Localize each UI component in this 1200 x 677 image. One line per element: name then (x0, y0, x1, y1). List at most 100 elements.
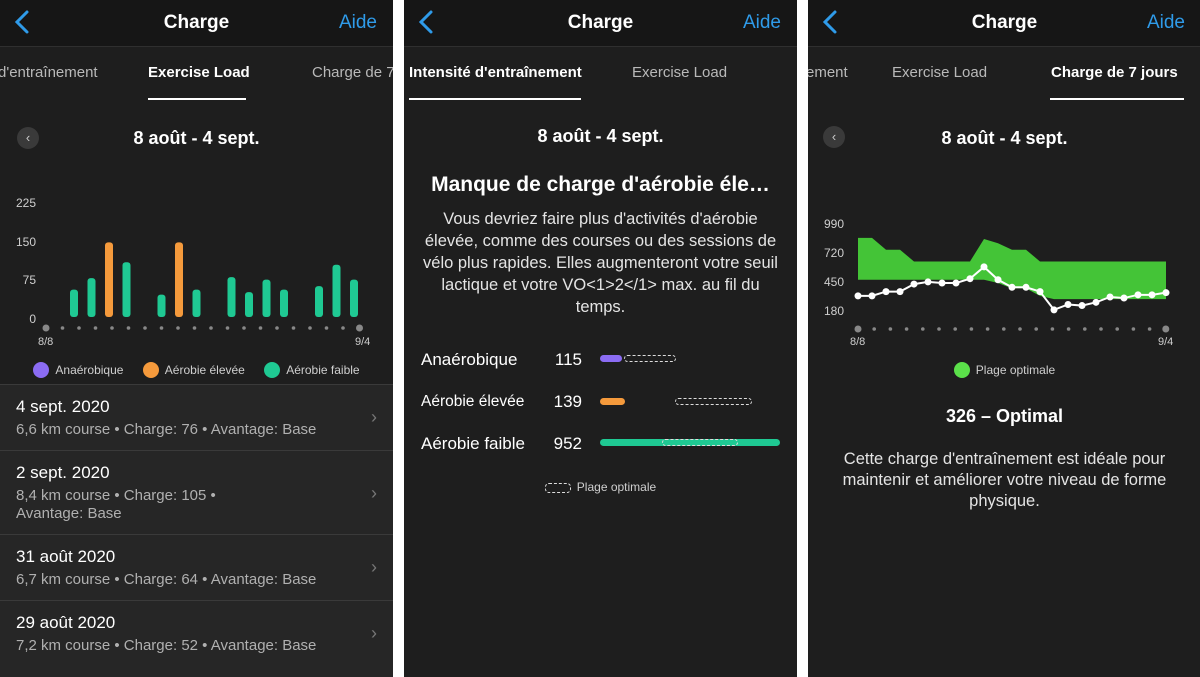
bar-segment (70, 289, 78, 317)
tab-seven-day-load[interactable]: Charge de 7 jours (1051, 64, 1178, 81)
date-range: 8 août - 4 sept. (941, 128, 1068, 148)
bar-segment (122, 262, 131, 317)
activity-date: 2 sept. 2020 (16, 463, 110, 482)
tab-bar: d'entraînement Exercise Load Charge de 7 (0, 47, 393, 100)
tab-seven-day-load[interactable]: Charge de 7 (312, 64, 393, 81)
load-point (938, 279, 946, 287)
x-axis-tick-dot (143, 326, 147, 330)
activity-list-item[interactable]: 4 sept. 2020 6,6 km course • Charge: 76 … (0, 384, 393, 451)
bar-segment (227, 277, 236, 317)
x-axis-tick-dot (1034, 327, 1038, 331)
x-axis-tick-dot (1066, 327, 1071, 331)
load-point (1078, 302, 1086, 310)
chevron-right-icon: › (371, 483, 377, 503)
tab-training-intensity[interactable]: Intensité d'entraînement (409, 64, 582, 81)
page-title: Charge (163, 12, 230, 33)
intensity-value: 115 (554, 350, 582, 369)
x-axis-tick-dot (258, 326, 263, 330)
load-point (910, 280, 918, 288)
x-axis-tick-dot (921, 327, 925, 331)
load-point (1036, 288, 1044, 296)
x-axis-tick-dot (1083, 327, 1087, 331)
x-axis-tick-dot (1162, 325, 1170, 333)
load-point (1106, 293, 1114, 301)
activity-details: 8,4 km course • Charge: 105 • (16, 487, 216, 504)
load-point (1022, 283, 1030, 291)
optimal-range-marker (662, 439, 738, 446)
header: Charge Aide (808, 0, 1200, 47)
anaerobic-bar (600, 355, 622, 362)
tab-exercise-load[interactable]: Exercise Load (892, 64, 987, 81)
tab-training-intensity[interactable]: d'entraînement (0, 64, 98, 81)
help-link[interactable]: Aide (339, 12, 377, 34)
load-point (1064, 300, 1072, 308)
x-axis-tick-dot (1147, 327, 1152, 331)
activity-details: 7,2 km course • Charge: 52 • Avantage: B… (16, 637, 317, 654)
bar-segment (192, 289, 201, 317)
load-point (868, 292, 876, 300)
active-tab-underline (409, 98, 581, 100)
activity-list-item[interactable]: 2 sept. 2020 8,4 km course • Charge: 105… (0, 450, 393, 535)
high-aerobic-bar (600, 398, 626, 405)
load-point (980, 263, 988, 271)
legend-label: Plage optimale (975, 363, 1056, 377)
load-point (1008, 283, 1016, 291)
legend-low-aerobic: Aérobie faible (264, 362, 360, 378)
legend-dot-icon (953, 362, 970, 378)
tab-exercise-load[interactable]: Exercise Load (148, 64, 250, 81)
chart-legend: Plage optimale (808, 362, 1200, 381)
intensity-label: Anaérobique (421, 350, 518, 369)
load-point (952, 279, 960, 287)
y-tick-label: 0 (29, 312, 36, 326)
y-tick-label: 990 (823, 217, 844, 231)
load-point (896, 288, 904, 296)
bar-segment (105, 242, 113, 317)
load-point (1050, 306, 1058, 314)
message-body: Vous devriez faire plus d'activités d'aé… (423, 210, 778, 316)
x-axis-tick-dot (341, 326, 345, 330)
legend-high-aerobic: Aérobie élevée (142, 362, 245, 378)
message-title: Manque de charge d'aérobie éle… (431, 173, 770, 196)
date-range: 8 août - 4 sept. (537, 126, 664, 146)
x-axis-tick-dot (93, 326, 98, 330)
chart-legend: Anaérobique Aérobie élevée Aérobie faibl… (0, 362, 393, 381)
x-axis-tick-dot (872, 327, 876, 331)
x-axis-tick-dot (77, 326, 81, 330)
tab-training-intensity[interactable]: ement (808, 64, 848, 81)
help-link[interactable]: Aide (1147, 12, 1185, 34)
x-axis-tick-dot (42, 324, 50, 332)
legend-label: Aérobie faible (286, 363, 360, 377)
legend-label: Anaérobique (55, 363, 124, 377)
intensity-value: 139 (553, 392, 582, 411)
tab-bar: ement Exercise Load Charge de 7 jours (808, 47, 1200, 100)
x-axis-tick-dot (1131, 327, 1136, 331)
exercise-load-bar-chart (42, 242, 363, 332)
bar-segment (332, 264, 341, 317)
x-axis-tick-dot (209, 326, 213, 330)
activity-list-item[interactable]: 31 août 2020 6,7 km course • Charge: 64 … (0, 534, 393, 601)
header: Charge Aide (404, 0, 797, 47)
activity-details: 6,7 km course • Charge: 64 • Avantage: B… (16, 571, 317, 588)
x-axis-tick-dot (1002, 327, 1006, 331)
x-axis-tick-dot (126, 326, 131, 330)
x-axis-tick-dot (308, 326, 312, 330)
x-start-label: 8/8 (38, 336, 54, 348)
activity-details: 6,6 km course • Charge: 76 • Avantage: B… (16, 421, 317, 438)
page-title: Charge (567, 12, 634, 33)
x-axis-tick-dot (854, 325, 862, 333)
legend-optimal-range: Plage optimale (953, 362, 1056, 378)
load-point (994, 276, 1002, 284)
bar-segment (262, 279, 271, 317)
x-axis-tick-dot (888, 327, 893, 331)
x-axis-tick-dot (60, 326, 65, 330)
y-tick-label: 180 (823, 304, 844, 318)
activity-date: 29 août 2020 (16, 613, 116, 632)
date-range: 8 août - 4 sept. (133, 128, 260, 148)
tab-exercise-load[interactable]: Exercise Load (632, 64, 727, 81)
intensity-label: Aérobie faible (421, 434, 525, 453)
intensity-label: Aérobie élevée (421, 393, 525, 410)
x-end-label: 9/4 (1158, 336, 1174, 348)
activity-list-item[interactable]: 29 août 2020 7,2 km course • Charge: 52 … (0, 600, 393, 677)
y-tick-label: 150 (15, 235, 36, 249)
help-link[interactable]: Aide (743, 12, 781, 34)
